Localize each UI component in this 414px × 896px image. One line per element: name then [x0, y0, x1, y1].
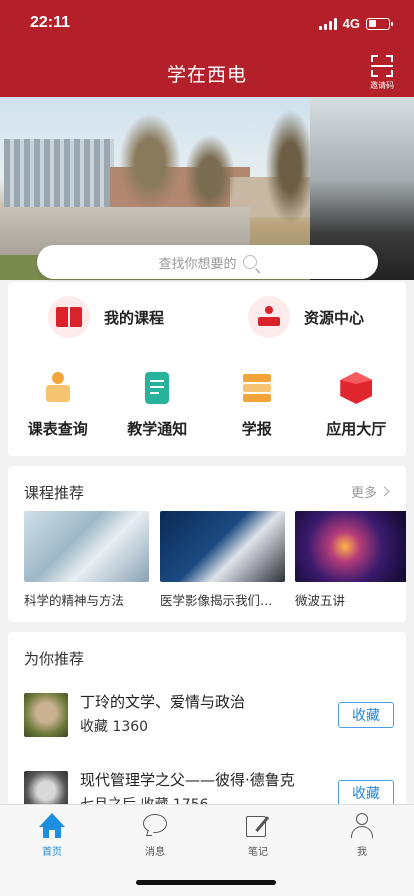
invite-code-label: 邀请码 — [370, 81, 394, 90]
schedule-query-button[interactable]: 课表查询 — [13, 372, 103, 439]
tab-me[interactable]: 我 — [332, 813, 392, 858]
journal-icon — [241, 372, 273, 404]
signal-icon — [318, 17, 337, 30]
favorite-button[interactable]: 收藏 — [338, 702, 394, 728]
tab-messages[interactable]: 消息 — [125, 813, 185, 858]
my-courses-label: 我的课程 — [104, 308, 165, 327]
journal-button[interactable]: 学报 — [212, 372, 302, 439]
status-indicators: 4G — [318, 16, 393, 31]
page-title: 学在西电 — [166, 64, 247, 86]
schedule-icon — [42, 372, 74, 404]
note-icon — [245, 813, 271, 839]
course-card[interactable]: 科学的精神与方法 — [24, 511, 149, 609]
course-thumbnail — [160, 511, 285, 582]
schedule-query-label: 课表查询 — [27, 420, 88, 438]
network-type: 4G — [342, 16, 360, 31]
item-title: 现代管理学之父——彼得·德鲁克 — [80, 771, 295, 789]
teaching-notice-button[interactable]: 教学通知 — [112, 372, 202, 439]
app-hall-label: 应用大厅 — [326, 420, 387, 438]
home-indicator — [136, 880, 276, 885]
search-placeholder: 查找你想要的 — [158, 256, 237, 272]
item-subtitle: 收藏 1360 — [80, 719, 149, 735]
list-item[interactable]: 丁玲的文学、爱情与政治 收藏 1360 收藏 — [24, 692, 394, 738]
course-title: 科学的精神与方法 — [24, 593, 125, 608]
tab-label: 消息 — [145, 847, 165, 858]
scan-icon — [371, 55, 393, 77]
tab-label: 我 — [357, 847, 367, 858]
more-link[interactable]: 更多 — [350, 482, 390, 501]
course-thumbnail — [24, 511, 149, 582]
home-icon — [39, 813, 65, 839]
battery-icon — [366, 17, 393, 30]
item-thumbnail — [24, 693, 68, 737]
app-hall-icon — [340, 372, 373, 404]
search-icon — [242, 255, 257, 269]
section-title: 为你推荐 — [24, 650, 85, 668]
top-bar: 22:11 4G 学在西电 邀请码 — [0, 0, 414, 97]
favorite-button[interactable]: 收藏 — [338, 780, 394, 806]
user-icon — [349, 813, 375, 839]
quick-access-card: 我的课程 资源中心 课表查询 教学通知 学报 应用大厅 — [8, 282, 406, 456]
course-title: 微波五讲 — [295, 593, 346, 608]
status-time: 22:11 — [30, 14, 71, 31]
tab-label: 笔记 — [248, 847, 268, 858]
book-icon — [48, 296, 90, 338]
tab-label: 首页 — [42, 847, 62, 858]
search-bar[interactable]: 查找你想要的 — [37, 245, 378, 279]
item-title: 丁玲的文学、爱情与政治 — [80, 693, 246, 711]
message-icon — [142, 813, 168, 839]
course-card[interactable]: 医学影像揭示我们的身体 — [160, 511, 285, 609]
more-label: 更多 — [350, 486, 377, 501]
chevron-right-icon — [379, 486, 390, 497]
journal-label: 学报 — [241, 420, 272, 438]
function-grid: 课表查询 教学通知 学报 应用大厅 — [8, 372, 406, 439]
course-title: 医学影像揭示我们的身体 — [160, 593, 285, 608]
section-title: 课程推荐 — [24, 484, 85, 502]
for-you-card: 为你推荐 丁玲的文学、爱情与政治 收藏 1360 收藏 现代管理学之父——彼得·… — [8, 632, 406, 822]
teaching-notice-label: 教学通知 — [127, 420, 188, 438]
notice-icon — [145, 372, 170, 404]
resource-center-label: 资源中心 — [304, 308, 365, 327]
invite-code-button[interactable]: 邀请码 — [364, 55, 400, 91]
app-hall-button[interactable]: 应用大厅 — [311, 372, 401, 439]
course-recommend-card: 课程推荐 更多 科学的精神与方法 医学影像揭示我们的身体 微波五讲 — [8, 466, 406, 622]
resource-center-button[interactable]: 资源中心 — [248, 296, 364, 338]
course-card[interactable]: 微波五讲 — [295, 511, 406, 609]
my-courses-button[interactable]: 我的课程 — [48, 296, 164, 338]
course-thumbnail — [295, 511, 406, 582]
resource-icon — [248, 296, 290, 338]
tab-home[interactable]: 首页 — [22, 813, 82, 858]
tab-notes[interactable]: 笔记 — [228, 813, 288, 858]
